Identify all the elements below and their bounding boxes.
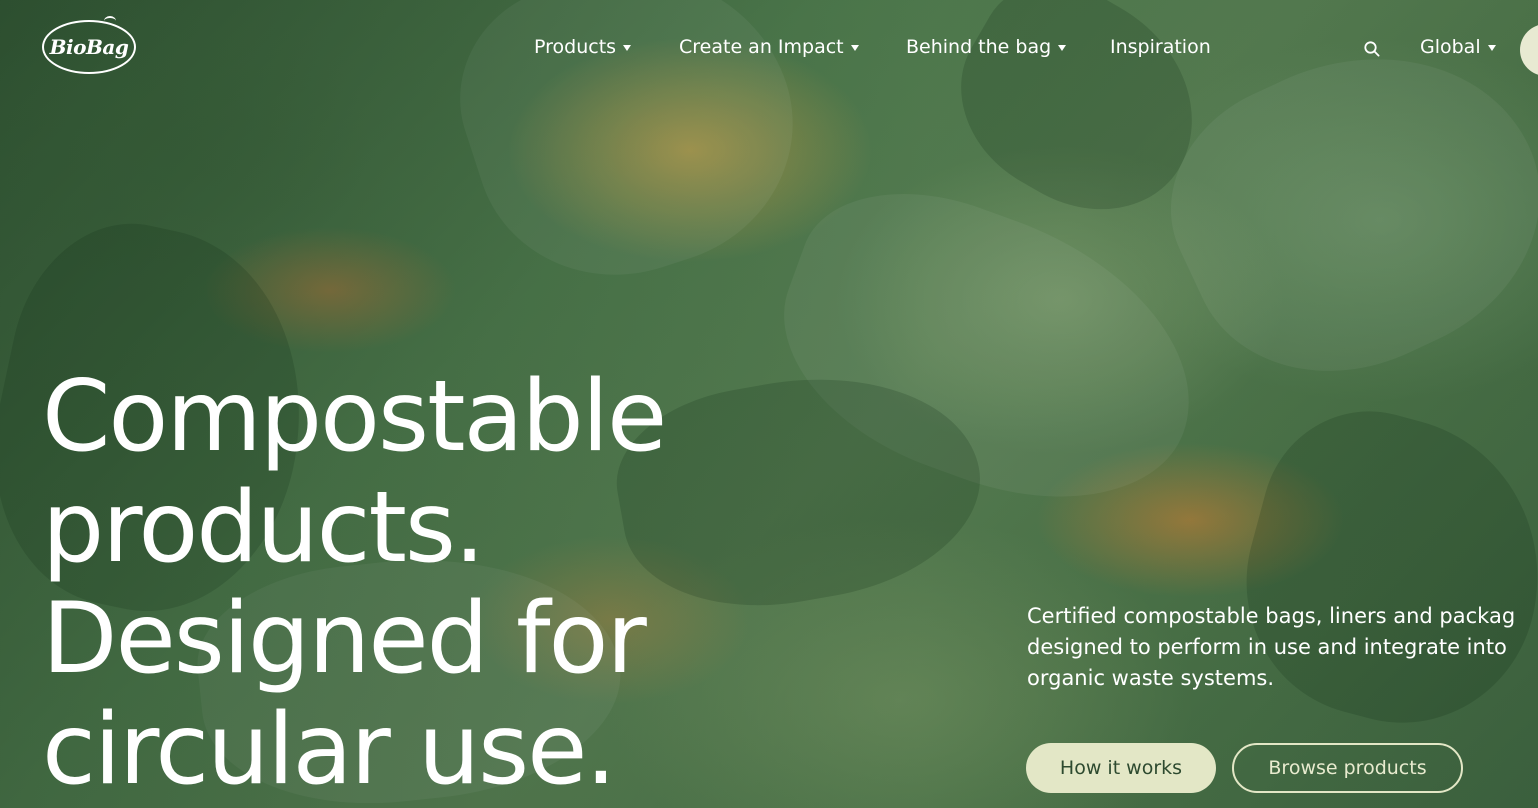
search-icon[interactable]: [1363, 40, 1381, 58]
headline-line: circular use.: [42, 693, 617, 807]
headline-line: Designed for: [42, 582, 647, 696]
header-action-circle[interactable]: [1520, 24, 1538, 76]
region-selector[interactable]: Global: [1420, 36, 1496, 58]
site-header: BioBag Products Create an Impact Behind …: [0, 0, 1538, 96]
nav-item-create-an-impact[interactable]: Create an Impact: [679, 36, 859, 58]
nav-item-inspiration[interactable]: Inspiration: [1110, 36, 1211, 58]
region-label: Global: [1420, 36, 1481, 58]
description-line: designed to perform in use and integrate…: [1027, 635, 1507, 659]
nav-item-label: Behind the bag: [906, 36, 1052, 58]
caret-down-icon: [850, 45, 859, 51]
nav-item-behind-the-bag[interactable]: Behind the bag: [906, 36, 1067, 58]
main-nav: Products Create an Impact Behind the bag…: [0, 36, 1538, 62]
nav-item-label: Create an Impact: [679, 36, 844, 58]
hero-description: Certified compostable bags, liners and p…: [1027, 601, 1538, 694]
nav-item-label: Products: [534, 36, 617, 58]
caret-down-icon: [1058, 45, 1067, 51]
logo-leaf-mark: [104, 16, 116, 26]
headline-line: Compostable: [42, 360, 667, 474]
how-it-works-button[interactable]: How it works: [1026, 743, 1216, 793]
hero-headline: Compostable products. Designed for circu…: [42, 362, 802, 806]
nav-item-label: Inspiration: [1110, 36, 1211, 58]
headline-line: products.: [42, 471, 485, 585]
caret-down-icon: [1487, 45, 1496, 51]
description-line: Certified compostable bags, liners and p…: [1027, 604, 1516, 628]
description-line: organic waste systems.: [1027, 666, 1275, 690]
browse-products-button[interactable]: Browse products: [1232, 743, 1463, 793]
nav-item-products[interactable]: Products: [534, 36, 632, 58]
caret-down-icon: [623, 45, 632, 51]
